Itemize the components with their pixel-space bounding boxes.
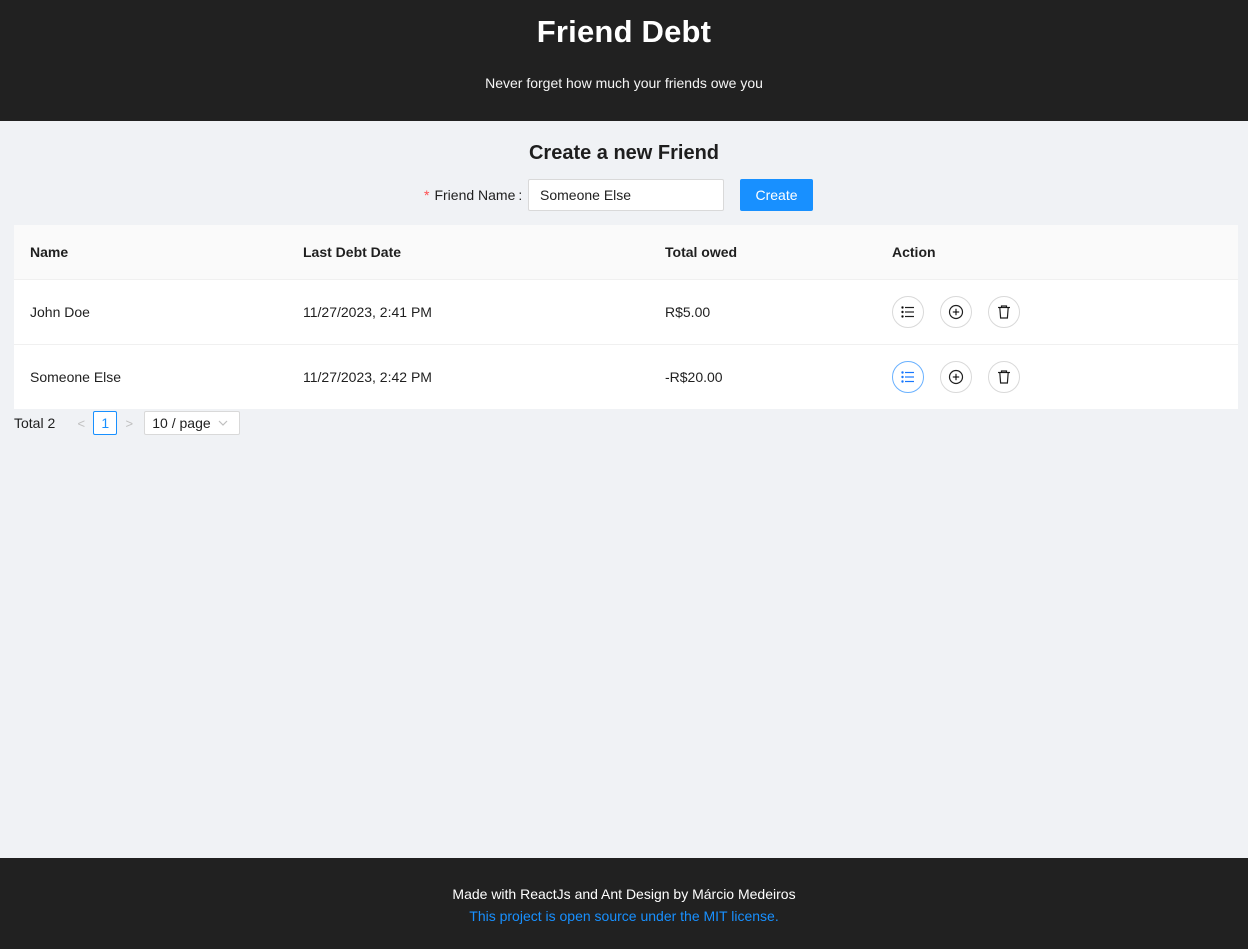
license-link[interactable]: This project is open source under the MI… — [0, 908, 1248, 925]
table-row: Someone Else 11/27/2023, 2:42 PM -R$20.0… — [14, 345, 1238, 409]
list-icon — [901, 306, 914, 318]
row-actions — [892, 345, 1020, 409]
app-subtitle: Never forget how much your friends owe y… — [485, 75, 763, 91]
list-icon — [901, 371, 914, 383]
total-owed-cell: -R$20.00 — [665, 369, 723, 385]
create-friend-title: Create a new Friend — [528, 142, 720, 164]
page-size-select[interactable]: 10 / page — [144, 411, 241, 435]
view-debts-button[interactable] — [892, 361, 924, 393]
friend-name-cell: Someone Else — [30, 369, 122, 385]
last-debt-date-cell: 11/27/2023, 2:41 PM — [303, 304, 432, 320]
footer-credit: Made with ReactJs and Ant Design by Márc… — [452, 886, 796, 902]
last-debt-date-cell: 11/27/2023, 2:42 PM — [303, 369, 432, 385]
friend-name-cell: John Doe — [30, 304, 90, 320]
friend-name-label: * Friend Name: — [424, 186, 522, 204]
delete-friend-button[interactable] — [988, 361, 1020, 393]
friends-table: Name Last Debt Date Total owed Action Jo… — [14, 225, 1238, 409]
delete-friend-button[interactable] — [988, 296, 1020, 328]
plus-circle-icon — [948, 369, 964, 385]
add-debt-button[interactable] — [940, 361, 972, 393]
app-title: Friend Debt — [536, 14, 712, 49]
label-colon: : — [518, 187, 523, 203]
friend-name-label-text: Friend Name — [434, 187, 516, 203]
required-mark: * — [424, 187, 430, 203]
create-button[interactable]: Create — [740, 179, 813, 211]
pagination-total: Total 2 — [14, 415, 56, 431]
column-header-name: Name — [30, 244, 69, 260]
column-header-last-debt-date: Last Debt Date — [303, 244, 402, 260]
add-debt-button[interactable] — [940, 296, 972, 328]
page-size-value: 10 / page — [152, 415, 211, 431]
prev-page-icon[interactable]: < — [69, 416, 93, 431]
friend-name-input[interactable] — [528, 179, 724, 211]
delete-icon — [998, 370, 1010, 384]
column-header-total-owed: Total owed — [665, 244, 738, 260]
column-header-action: Action — [892, 244, 936, 260]
next-page-icon[interactable]: > — [117, 416, 141, 431]
table-row: John Doe 11/27/2023, 2:41 PM R$5.00 — [14, 280, 1238, 345]
plus-circle-icon — [948, 304, 964, 320]
table-header: Name Last Debt Date Total owed Action — [14, 225, 1238, 280]
view-debts-button[interactable] — [892, 296, 924, 328]
row-actions — [892, 280, 1020, 344]
chevron-down-icon — [218, 420, 228, 426]
page-item-1[interactable]: 1 — [93, 411, 118, 435]
pagination: Total 2 < 1 > 10 / page — [14, 411, 241, 435]
app-footer: Made with ReactJs and Ant Design by Márc… — [0, 858, 1248, 949]
app-header: Friend Debt Never forget how much your f… — [0, 0, 1248, 121]
total-owed-cell: R$5.00 — [665, 304, 711, 320]
delete-icon — [998, 305, 1010, 319]
